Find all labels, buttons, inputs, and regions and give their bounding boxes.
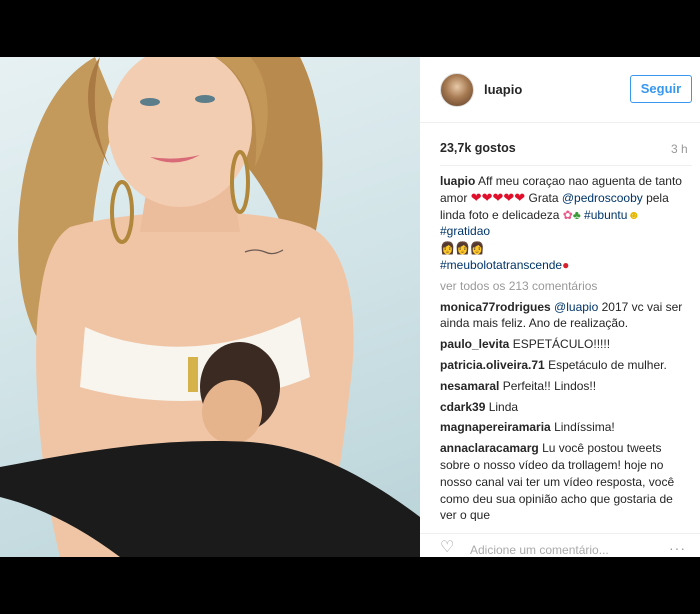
mention-link[interactable]: @luapio [554,300,598,314]
post-time[interactable]: 3 h [671,142,688,156]
caption-text: Grata [525,190,562,205]
comment-item: patricia.oliveira.71 Espetáculo de mulhe… [440,357,692,374]
comment-item: magnapereiramaria Lindíssima! [440,419,692,436]
comment-text: ESPETÁCULO!!!!! [509,337,611,352]
comment-username[interactable]: patricia.oliveira.71 [440,358,545,372]
post-header: luapio Seguir [420,57,700,123]
comment-username[interactable]: magnapereiramaria [440,420,551,434]
comment-text: Espetáculo de mulher. [544,357,667,372]
post-side-panel: luapio Seguir 23,7k gostos 3 h luapio Af… [420,57,700,557]
mention-link[interactable]: @pedroscooby [562,191,643,205]
hashtag-link[interactable]: #ubuntu [584,208,627,222]
divider [440,165,692,166]
comment-username[interactable]: nesamaral [440,379,499,393]
comment-item: paulo_levita ESPETÁCULO!!!!! [440,336,692,353]
photo-illustration [0,57,420,557]
comment-item: annaclaracamarg Lu você postou tweets so… [440,440,692,521]
comment-item: monica77rodrigues @luapio 2017 vc vai se… [440,299,692,333]
comment-text: Lindíssima! [550,420,615,435]
likes-count[interactable]: 23,7k gostos [440,141,516,155]
post-photo [0,57,420,557]
comment-text: Linda [485,399,519,414]
more-options-icon[interactable]: ··· [669,540,686,556]
caption-username[interactable]: luapio [440,174,475,188]
avatar[interactable] [440,73,474,107]
post-author-username[interactable]: luapio [484,82,522,97]
comment-username[interactable]: cdark39 [440,400,485,414]
comment-text: Perfeita!! Lindos!! [499,378,597,393]
post-modal: luapio Seguir 23,7k gostos 3 h luapio Af… [0,57,700,557]
heart-icon[interactable]: ♡ [440,540,454,556]
clover-emoji-icon: ♣ [572,207,581,222]
comments-list: luapio Aff meu coraçao nao aguenta de ta… [440,173,692,521]
add-comment-input[interactable]: Adicione um comentário... [470,543,609,557]
flower-emoji-icon: ✿ [562,207,573,222]
comment-item: nesamaral Perfeita!! Lindos!! [440,378,692,395]
heart-emoji-icon: ❤❤❤❤❤ [470,189,526,205]
add-comment-bar: ♡ Adicione um comentário... ··· [420,533,700,557]
comment-item: cdark39 Linda [440,399,692,416]
comment-username[interactable]: annaclaracamarg [440,441,539,455]
hashtag-link[interactable]: #meubolotatranscende [440,258,562,272]
caption: luapio Aff meu coraçao nao aguenta de ta… [440,173,692,274]
view-all-comments-link[interactable]: ver todos os 213 comentários [440,278,692,295]
hashtag-link[interactable]: #gratidao [440,224,490,238]
comment-username[interactable]: monica77rodrigues [440,300,551,314]
balloon-emoji-icon: ● [562,257,570,272]
people-emoji-icon: 👩👩👩 [440,241,485,256]
comment-username[interactable]: paulo_levita [440,337,509,351]
follow-button[interactable]: Seguir [630,75,692,103]
sunglasses-emoji-icon: ☻ [627,207,641,222]
